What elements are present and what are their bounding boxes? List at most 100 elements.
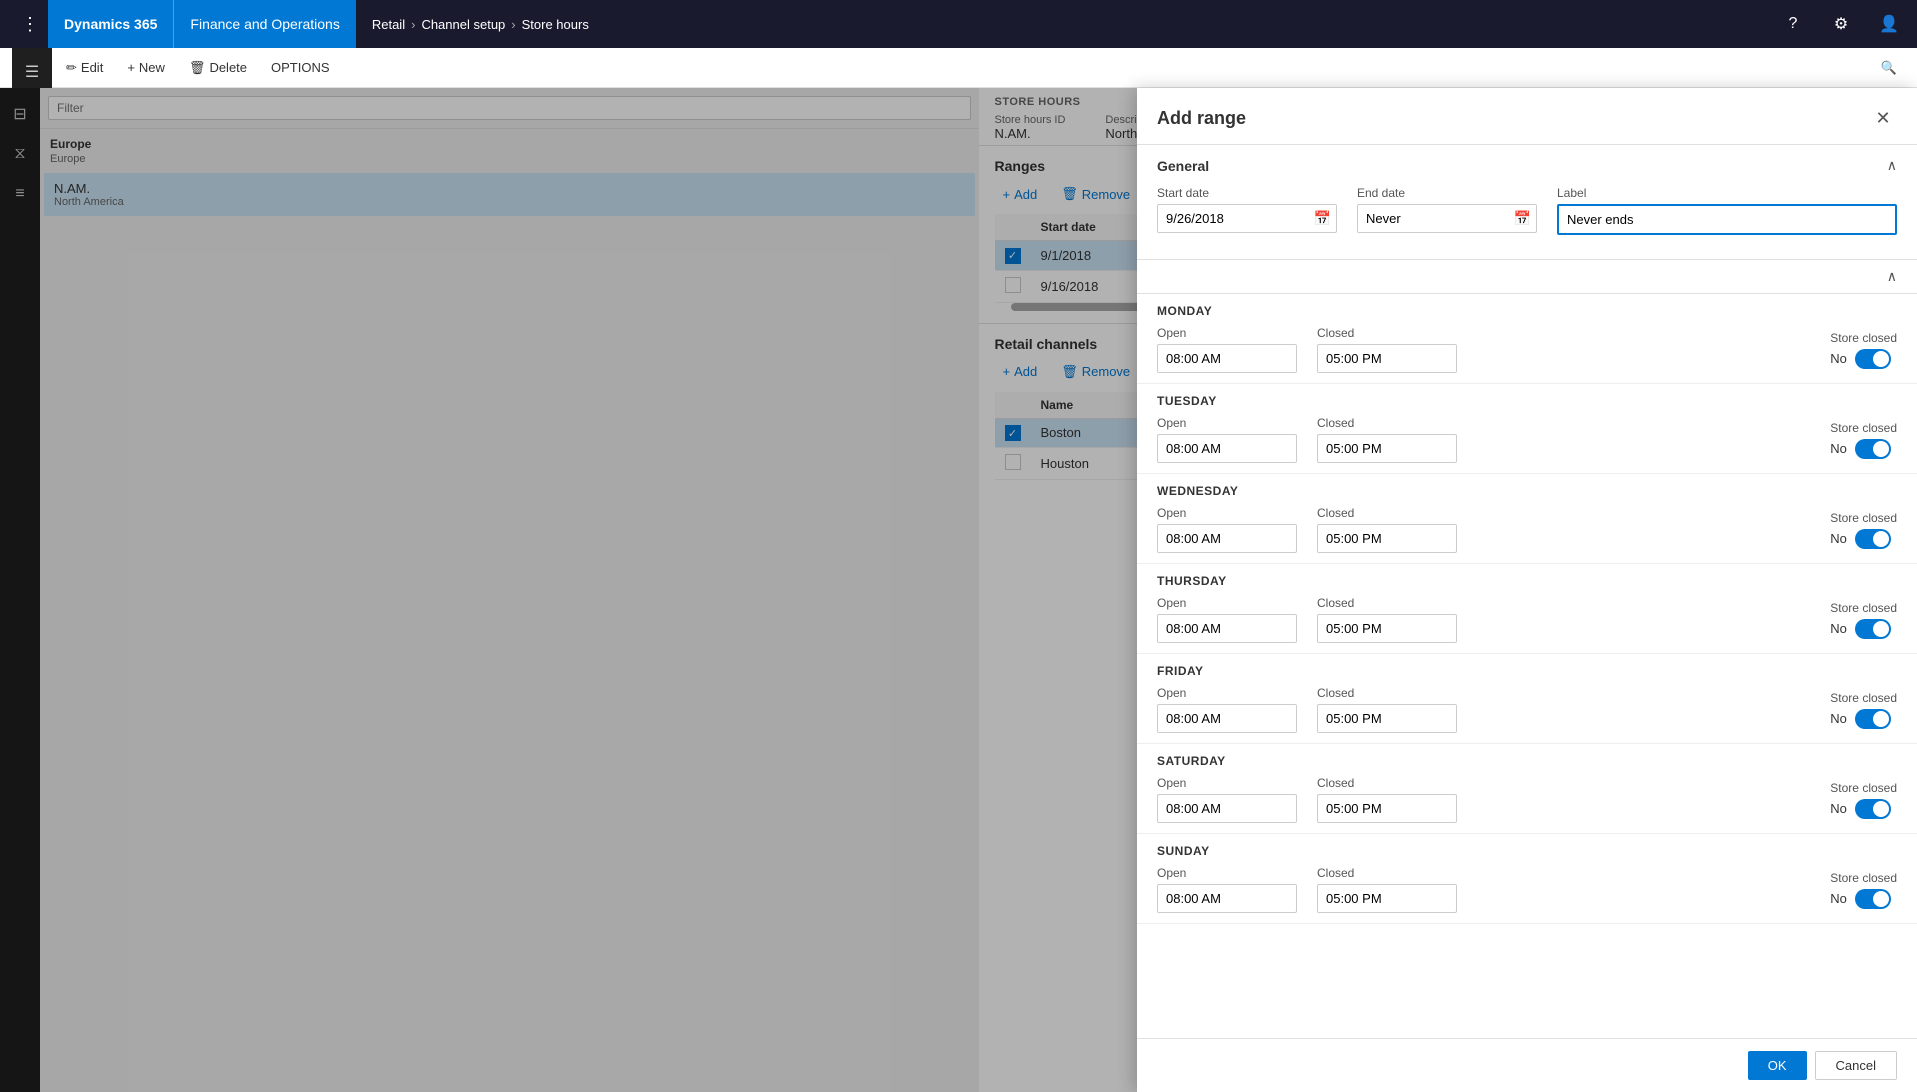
- main-layout: ⊟ ⧖ ≡ Europe Europe N.AM. North America …: [0, 88, 1917, 1092]
- open-field-tuesday: Open: [1157, 416, 1297, 463]
- closed-field-friday: Closed: [1317, 686, 1457, 733]
- add-range-panel: Add range ✕ General ∧ Start date 📅 End d…: [1137, 88, 1917, 1092]
- start-date-field: Start date 📅: [1157, 186, 1337, 235]
- brand-d365: Dynamics 365: [48, 0, 173, 48]
- search-icon[interactable]: 🔍: [1873, 52, 1905, 84]
- days-container: MONDAY Open Closed Store closed No: [1137, 294, 1917, 924]
- panel-general-section: General ∧ Start date 📅 End date 📅: [1137, 145, 1917, 260]
- closed-input-wednesday[interactable]: [1317, 524, 1457, 553]
- open-input-thursday[interactable]: [1157, 614, 1297, 643]
- store-closed-toggle-tuesday[interactable]: [1855, 439, 1891, 459]
- store-closed-toggle-monday[interactable]: [1855, 349, 1891, 369]
- label-field: Label: [1557, 186, 1897, 235]
- closed-input-friday[interactable]: [1317, 704, 1457, 733]
- help-icon[interactable]: ?: [1777, 8, 1809, 40]
- closed-field-sunday: Closed: [1317, 866, 1457, 913]
- new-button[interactable]: + New: [117, 56, 175, 79]
- edit-icon: ✏: [66, 60, 77, 76]
- edit-button[interactable]: ✏ Edit: [56, 56, 113, 80]
- breadcrumb-sep2: ›: [511, 17, 515, 32]
- label-input[interactable]: [1557, 204, 1897, 235]
- day-label-saturday: SATURDAY: [1157, 754, 1897, 768]
- end-date-input[interactable]: [1357, 204, 1537, 233]
- open-input-sunday[interactable]: [1157, 884, 1297, 913]
- breadcrumb-channel-setup[interactable]: Channel setup: [421, 17, 505, 32]
- open-field-sunday: Open: [1157, 866, 1297, 913]
- day-section-monday: MONDAY Open Closed Store closed No: [1137, 294, 1917, 384]
- closed-input-saturday[interactable]: [1317, 794, 1457, 823]
- panel-footer: OK Cancel: [1137, 1038, 1917, 1092]
- closed-field-saturday: Closed: [1317, 776, 1457, 823]
- day-label-thursday: THURSDAY: [1157, 574, 1897, 588]
- store-closed-toggle-saturday[interactable]: [1855, 799, 1891, 819]
- top-nav-right: ? ⚙ 👤: [1777, 8, 1905, 40]
- brand-fo: Finance and Operations: [173, 0, 355, 48]
- open-field-wednesday: Open: [1157, 506, 1297, 553]
- user-icon[interactable]: 👤: [1873, 8, 1905, 40]
- closed-field-wednesday: Closed: [1317, 506, 1457, 553]
- hamburger-icon[interactable]: ☰: [14, 56, 50, 88]
- day-label-friday: FRIDAY: [1157, 664, 1897, 678]
- breadcrumb-store-hours[interactable]: Store hours: [522, 17, 589, 32]
- ok-button[interactable]: OK: [1748, 1051, 1807, 1080]
- closed-field-monday: Closed: [1317, 326, 1457, 373]
- open-input-saturday[interactable]: [1157, 794, 1297, 823]
- breadcrumb-retail[interactable]: Retail: [372, 17, 405, 32]
- collapse-icon[interactable]: ∧: [1887, 157, 1897, 174]
- panel-title: Add range: [1157, 108, 1246, 129]
- waffle-icon[interactable]: ⋮: [12, 0, 48, 48]
- days-collapse-icon[interactable]: ∧: [1887, 268, 1897, 285]
- breadcrumb: Retail › Channel setup › Store hours: [356, 17, 605, 32]
- store-closed-field-monday: Store closed No: [1830, 331, 1897, 369]
- start-date-input[interactable]: [1157, 204, 1337, 233]
- day-section-tuesday: TUESDAY Open Closed Store closed No: [1137, 384, 1917, 474]
- panel-section-header: General ∧: [1157, 157, 1897, 174]
- day-section-friday: FRIDAY Open Closed Store closed No: [1137, 654, 1917, 744]
- start-date-wrapper: 📅: [1157, 204, 1337, 233]
- day-section-wednesday: WEDNESDAY Open Closed Store closed No: [1137, 474, 1917, 564]
- day-fields-monday: Open Closed Store closed No: [1157, 326, 1897, 373]
- end-date-wrapper: 📅: [1357, 204, 1537, 233]
- settings-icon[interactable]: ⚙: [1825, 8, 1857, 40]
- cancel-button[interactable]: Cancel: [1815, 1051, 1897, 1080]
- store-closed-field-saturday: Store closed No: [1830, 781, 1897, 819]
- open-input-friday[interactable]: [1157, 704, 1297, 733]
- open-field-monday: Open: [1157, 326, 1297, 373]
- day-label-monday: MONDAY: [1157, 304, 1897, 318]
- new-icon: +: [127, 60, 135, 75]
- open-input-tuesday[interactable]: [1157, 434, 1297, 463]
- closed-input-sunday[interactable]: [1317, 884, 1457, 913]
- store-closed-field-sunday: Store closed No: [1830, 871, 1897, 909]
- days-collapse-bar: ∧: [1137, 260, 1917, 294]
- open-input-wednesday[interactable]: [1157, 524, 1297, 553]
- panel-close-icon[interactable]: ✕: [1869, 104, 1897, 132]
- day-section-sunday: SUNDAY Open Closed Store closed No: [1137, 834, 1917, 924]
- store-closed-toggle-sunday[interactable]: [1855, 889, 1891, 909]
- store-closed-toggle-friday[interactable]: [1855, 709, 1891, 729]
- action-bar: ☰ ✏ Edit + New 🗑 Delete OPTIONS 🔍: [0, 48, 1917, 88]
- day-label-sunday: SUNDAY: [1157, 844, 1897, 858]
- options-button[interactable]: OPTIONS: [261, 56, 340, 79]
- day-label-tuesday: TUESDAY: [1157, 394, 1897, 408]
- store-closed-toggle-wednesday[interactable]: [1855, 529, 1891, 549]
- closed-input-thursday[interactable]: [1317, 614, 1457, 643]
- day-fields-saturday: Open Closed Store closed No: [1157, 776, 1897, 823]
- day-section-saturday: SATURDAY Open Closed Store closed No: [1137, 744, 1917, 834]
- start-date-calendar-icon[interactable]: 📅: [1314, 210, 1331, 227]
- store-closed-field-wednesday: Store closed No: [1830, 511, 1897, 549]
- store-closed-toggle-thursday[interactable]: [1855, 619, 1891, 639]
- delete-icon: 🗑: [189, 60, 206, 76]
- top-nav: ⋮ Dynamics 365 Finance and Operations Re…: [0, 0, 1917, 48]
- day-section-thursday: THURSDAY Open Closed Store closed No: [1137, 564, 1917, 654]
- open-field-saturday: Open: [1157, 776, 1297, 823]
- store-closed-field-friday: Store closed No: [1830, 691, 1897, 729]
- open-field-thursday: Open: [1157, 596, 1297, 643]
- closed-input-tuesday[interactable]: [1317, 434, 1457, 463]
- day-fields-sunday: Open Closed Store closed No: [1157, 866, 1897, 913]
- d365-label: Dynamics 365: [64, 16, 157, 32]
- delete-button[interactable]: 🗑 Delete: [179, 56, 257, 80]
- end-date-field: End date 📅: [1357, 186, 1537, 235]
- open-input-monday[interactable]: [1157, 344, 1297, 373]
- end-date-calendar-icon[interactable]: 📅: [1514, 210, 1531, 227]
- closed-input-monday[interactable]: [1317, 344, 1457, 373]
